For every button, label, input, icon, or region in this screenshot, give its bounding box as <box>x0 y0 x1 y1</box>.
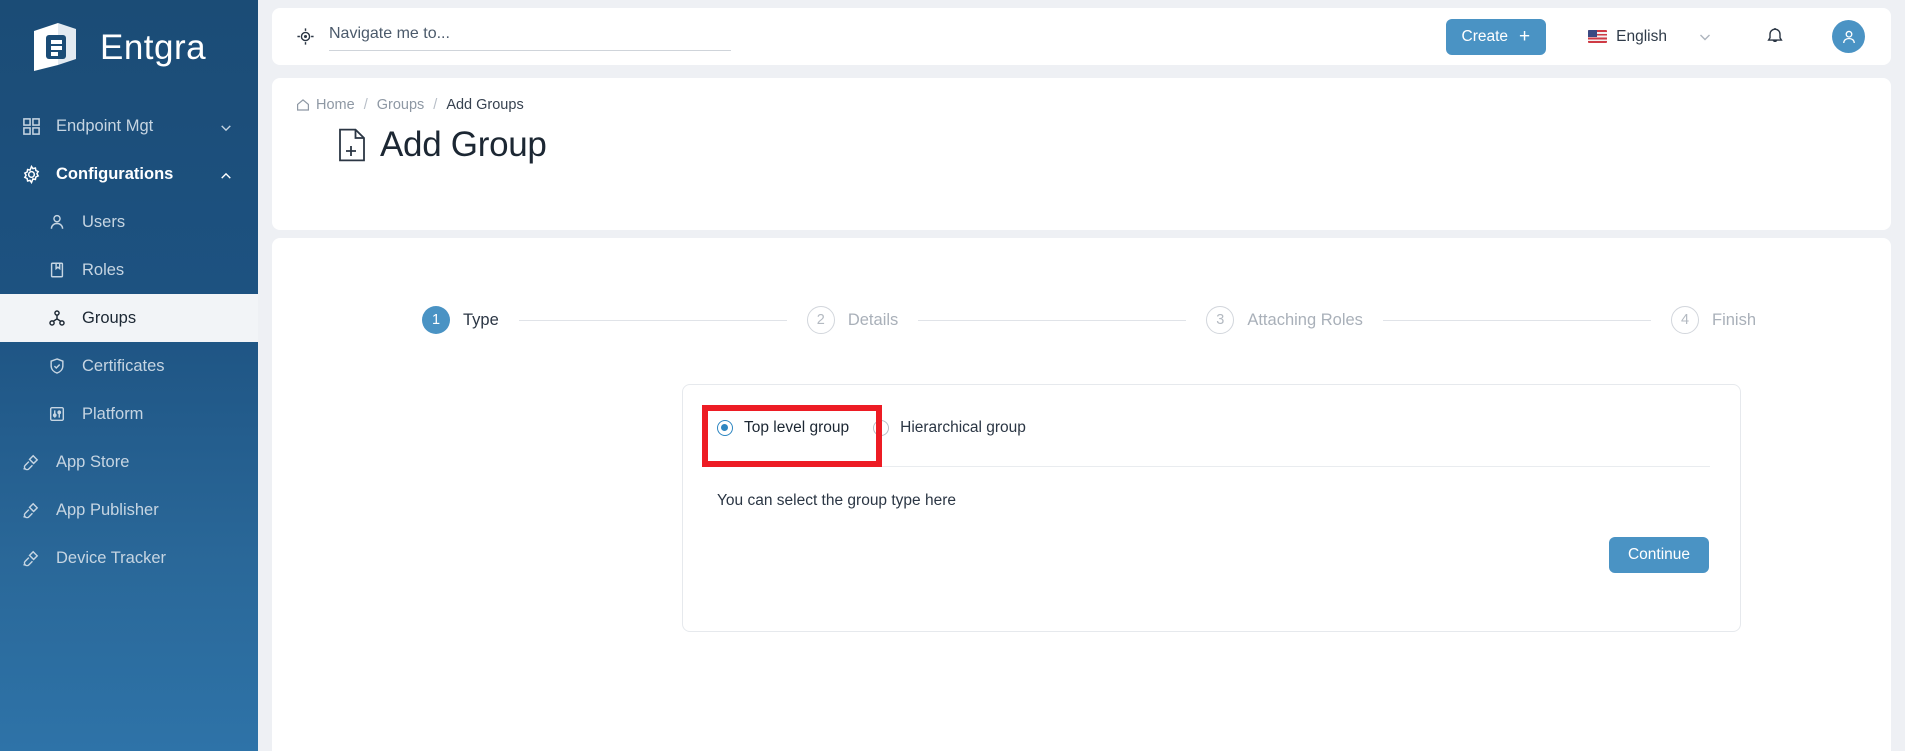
brand-name: Entgra <box>100 28 207 67</box>
radio-hierarchical-group[interactable]: Hierarchical group <box>873 419 1026 437</box>
sidebar-item-app-publisher[interactable]: App Publisher <box>0 486 258 534</box>
sidebar-item-platform[interactable]: Platform <box>0 390 258 438</box>
app-root: Entgra Endpoint Mgt Configurations Users… <box>0 0 1905 751</box>
wizard-step-details[interactable]: 2 Details <box>806 306 899 334</box>
page-title: Add Group <box>296 125 1891 165</box>
step-connector <box>1382 319 1651 321</box>
plug-icon <box>20 451 42 473</box>
helper-text: You can select the group type here <box>717 492 956 509</box>
step-label: Details <box>847 310 899 329</box>
user-avatar-icon[interactable] <box>1832 20 1865 53</box>
language-selector[interactable]: English <box>1588 28 1712 46</box>
step-number: 4 <box>1670 306 1699 334</box>
sidebar-item-label: Roles <box>82 260 125 279</box>
sidebar-item-users[interactable]: Users <box>0 198 258 246</box>
sidebar-item-label: Configurations <box>56 164 174 183</box>
group-type-card: Top level group Hierarchical group You c… <box>682 384 1741 632</box>
sidebar-item-label: Device Tracker <box>56 548 167 567</box>
breadcrumb: Home / Groups / Add Groups <box>296 97 1891 113</box>
sidebar-item-endpoint-mgt[interactable]: Endpoint Mgt <box>0 102 258 150</box>
sidebar-item-groups[interactable]: Groups <box>0 294 258 342</box>
group-type-radio-group: Top level group Hierarchical group <box>683 385 1740 437</box>
brand[interactable]: Entgra <box>0 0 258 96</box>
breadcrumb-separator: / <box>433 97 438 113</box>
sidebar-item-certificates[interactable]: Certificates <box>0 342 258 390</box>
wizard-step-finish[interactable]: 4 Finish <box>1670 306 1756 334</box>
sidebar-item-label: Platform <box>82 404 144 423</box>
wizard-step-attaching-roles[interactable]: 3 Attaching Roles <box>1206 306 1363 334</box>
page-title-text: Add Group <box>380 125 547 164</box>
content-area: Create + English <box>258 0 1905 751</box>
sidebar-item-app-store[interactable]: App Store <box>0 438 258 486</box>
sidebar-item-configurations[interactable]: Configurations <box>0 150 258 198</box>
home-icon <box>296 98 310 112</box>
radio-unselected-icon[interactable] <box>873 420 890 436</box>
continue-button[interactable]: Continue <box>1608 537 1709 573</box>
radio-label: Top level group <box>744 419 850 436</box>
language-label: English <box>1616 27 1667 45</box>
target-crosshair-icon <box>296 27 315 46</box>
chevron-down-icon[interactable] <box>1698 30 1712 44</box>
sidebar-item-label: App Publisher <box>56 500 159 519</box>
sidebar-item-label: Certificates <box>82 356 165 375</box>
shield-check-icon <box>46 355 68 377</box>
wizard-step-type[interactable]: 1 Type <box>422 306 499 334</box>
plug-icon <box>20 499 42 521</box>
navigate-search <box>296 22 731 51</box>
gear-icon <box>20 163 42 185</box>
group-nodes-icon <box>46 307 68 329</box>
radio-top-level-group[interactable]: Top level group <box>717 419 849 437</box>
chevron-down-icon[interactable] <box>220 120 232 132</box>
chevron-up-icon[interactable] <box>220 168 232 180</box>
bell-icon[interactable] <box>1764 26 1786 48</box>
top-bar-right: Create + English <box>1445 18 1891 55</box>
book-icon <box>46 259 68 281</box>
create-button[interactable]: Create + <box>1445 18 1547 55</box>
step-number: 2 <box>806 306 835 334</box>
page-header-panel: Home / Groups / Add Groups Add Group <box>272 78 1891 230</box>
step-number: 1 <box>422 306 450 334</box>
entgra-cube-logo <box>28 19 84 77</box>
main-panel: 1 Type 2 Details 3 Attaching Roles 4 Fin… <box>272 238 1891 751</box>
sidebar-item-device-tracker[interactable]: Device Tracker <box>0 534 258 582</box>
breadcrumb-groups[interactable]: Groups <box>377 97 425 113</box>
sidebar-item-label: Groups <box>82 308 137 327</box>
top-bar: Create + English <box>272 8 1891 65</box>
breadcrumb-home[interactable]: Home <box>316 97 355 113</box>
step-number: 3 <box>1206 306 1235 334</box>
sidebar-nav: Endpoint Mgt Configurations Users Roles … <box>0 96 258 582</box>
radio-selected-icon[interactable] <box>717 420 733 436</box>
card-actions: Continue <box>683 510 1740 573</box>
search-input[interactable] <box>329 22 731 51</box>
step-connector <box>918 319 1187 321</box>
step-label: Attaching Roles <box>1247 310 1363 329</box>
sliders-icon <box>46 403 68 425</box>
breadcrumb-current: Add Groups <box>446 97 524 113</box>
sidebar-item-label: Users <box>82 212 126 231</box>
us-flag-icon <box>1588 30 1608 43</box>
step-label: Finish <box>1711 310 1756 329</box>
create-button-label: Create <box>1461 27 1509 45</box>
sidebar-item-roles[interactable]: Roles <box>0 246 258 294</box>
user-icon <box>46 211 68 233</box>
sidebar-item-label: App Store <box>56 452 130 471</box>
plus-icon: + <box>1519 26 1531 47</box>
wizard-stepper: 1 Type 2 Details 3 Attaching Roles 4 Fin… <box>422 306 1756 334</box>
grid-icon <box>20 115 42 137</box>
plug-icon <box>20 547 42 569</box>
step-label: Type <box>463 310 499 329</box>
breadcrumb-separator: / <box>363 97 368 113</box>
radio-label: Hierarchical group <box>900 419 1026 436</box>
sidebar-item-label: Endpoint Mgt <box>56 116 154 135</box>
sidebar: Entgra Endpoint Mgt Configurations Users… <box>0 0 258 751</box>
document-plus-icon <box>338 128 366 162</box>
step-connector <box>518 319 787 321</box>
